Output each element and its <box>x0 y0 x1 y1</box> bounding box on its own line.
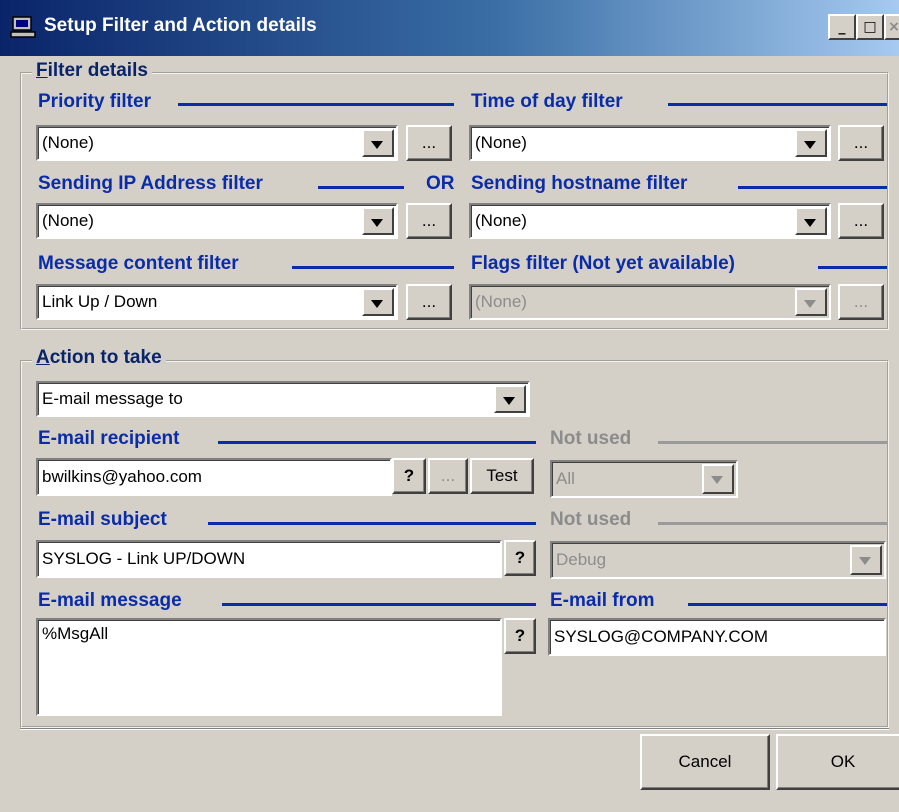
action-type-value: E-mail message to <box>42 389 183 408</box>
or-label: OR <box>426 173 455 195</box>
email-recipient-help-button[interactable]: ? <box>392 458 426 494</box>
email-message-value: %MsgAll <box>42 624 109 643</box>
email-subject-help-button[interactable]: ? <box>504 540 536 576</box>
email-recipient-browse-button: ... <box>428 458 468 494</box>
time-of-day-filter-value: (None) <box>475 133 527 152</box>
chevron-down-icon[interactable] <box>795 129 827 157</box>
sending-hostname-filter-browse-button[interactable]: ... <box>838 203 884 239</box>
time-of-day-filter-label: Time of day filter <box>471 91 623 113</box>
filter-details-title: Filter details <box>32 60 152 82</box>
computer-icon <box>10 16 36 38</box>
priority-filter-label: Priority filter <box>38 91 151 113</box>
sending-ip-filter-combo[interactable]: (None) <box>36 203 398 239</box>
cancel-button[interactable]: Cancel <box>640 734 770 790</box>
not-used-1-label: Not used <box>550 428 632 450</box>
email-from-input[interactable]: SYSLOG@COMPANY.COM <box>548 618 886 656</box>
sending-ip-filter-line <box>318 186 404 189</box>
email-recipient-value: bwilkins@yahoo.com <box>42 467 202 486</box>
not-used-1-value: All <box>556 469 575 488</box>
email-subject-label: E-mail subject <box>38 509 167 531</box>
email-subject-line <box>208 522 536 525</box>
action-group-title: Action to take <box>32 347 166 369</box>
flags-filter-label: Flags filter (Not yet available) <box>471 253 735 275</box>
priority-filter-line <box>178 103 454 106</box>
not-used-1-combo: All <box>550 460 738 498</box>
not-used-2-value: Debug <box>556 550 607 569</box>
message-content-filter-combo[interactable]: Link Up / Down <box>36 284 398 320</box>
not-used-2-combo: Debug <box>550 541 886 579</box>
message-content-filter-label: Message content filter <box>38 253 239 275</box>
close-button[interactable]: × <box>884 14 899 40</box>
filter-details-title-rest: ilter details <box>47 60 148 81</box>
email-recipient-input[interactable]: bwilkins@yahoo.com <box>36 458 392 496</box>
email-message-line <box>222 603 536 606</box>
chevron-down-icon[interactable] <box>494 385 526 413</box>
chevron-down-icon <box>702 464 734 494</box>
chevron-down-icon[interactable] <box>362 288 394 316</box>
separator <box>20 728 889 730</box>
flags-filter-combo: (None) <box>469 284 831 320</box>
email-message-help-button[interactable]: ? <box>504 618 536 654</box>
window-title: Setup Filter and Action details <box>44 15 317 36</box>
not-used-1-line <box>658 441 887 444</box>
time-of-day-filter-browse-button[interactable]: ... <box>838 125 884 161</box>
ok-button[interactable]: OK <box>776 734 899 790</box>
message-content-filter-line <box>292 266 454 269</box>
email-message-label: E-mail message <box>38 590 182 612</box>
email-recipient-line <box>218 441 536 444</box>
email-from-label: E-mail from <box>550 590 655 612</box>
flags-filter-line <box>818 266 887 269</box>
priority-filter-combo[interactable]: (None) <box>36 125 398 161</box>
not-used-2-line <box>658 522 887 525</box>
priority-filter-value: (None) <box>42 133 94 152</box>
priority-filter-browse-button[interactable]: ... <box>406 125 452 161</box>
minimize-button[interactable]: _ <box>828 14 856 40</box>
action-type-combo[interactable]: E-mail message to <box>36 381 530 417</box>
chevron-down-icon <box>850 545 882 575</box>
sending-ip-filter-browse-button[interactable]: ... <box>406 203 452 239</box>
time-of-day-filter-combo[interactable]: (None) <box>469 125 831 161</box>
chevron-down-icon[interactable] <box>362 207 394 235</box>
email-subject-value: SYSLOG - Link UP/DOWN <box>42 549 246 568</box>
not-used-2-label: Not used <box>550 509 632 531</box>
sending-hostname-filter-label: Sending hostname filter <box>471 173 688 195</box>
email-from-value: SYSLOG@COMPANY.COM <box>554 627 769 646</box>
chevron-down-icon[interactable] <box>795 207 827 235</box>
time-of-day-filter-line <box>668 103 887 106</box>
sending-ip-filter-label: Sending IP Address filter <box>38 173 263 195</box>
chevron-down-icon[interactable] <box>362 129 394 157</box>
message-content-filter-value: Link Up / Down <box>42 292 158 311</box>
email-message-textarea[interactable]: %MsgAll <box>36 618 502 716</box>
sending-ip-filter-value: (None) <box>42 211 94 230</box>
sending-hostname-filter-line <box>738 186 887 189</box>
email-recipient-label: E-mail recipient <box>38 428 180 450</box>
maximize-button[interactable]: □ <box>856 14 884 40</box>
email-from-line <box>688 603 887 606</box>
sending-hostname-filter-value: (None) <box>475 211 527 230</box>
flags-filter-browse-button: ... <box>838 284 884 320</box>
email-recipient-test-button[interactable]: Test <box>470 458 534 494</box>
message-content-filter-browse-button[interactable]: ... <box>406 284 452 320</box>
action-group-title-rest: ction to take <box>49 347 162 368</box>
flags-filter-value: (None) <box>475 292 527 311</box>
chevron-down-icon <box>795 288 827 316</box>
email-subject-input[interactable]: SYSLOG - Link UP/DOWN <box>36 540 502 578</box>
sending-hostname-filter-combo[interactable]: (None) <box>469 203 831 239</box>
